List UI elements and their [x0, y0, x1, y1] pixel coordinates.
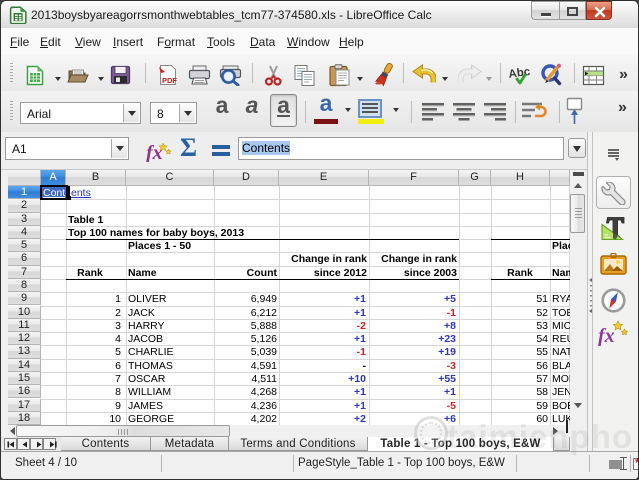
svg-text:fx: fx: [146, 142, 163, 162]
svg-text:Abc: Abc: [509, 66, 532, 81]
svg-text:fx: fx: [598, 325, 615, 346]
svg-text:PDF: PDF: [162, 76, 177, 85]
